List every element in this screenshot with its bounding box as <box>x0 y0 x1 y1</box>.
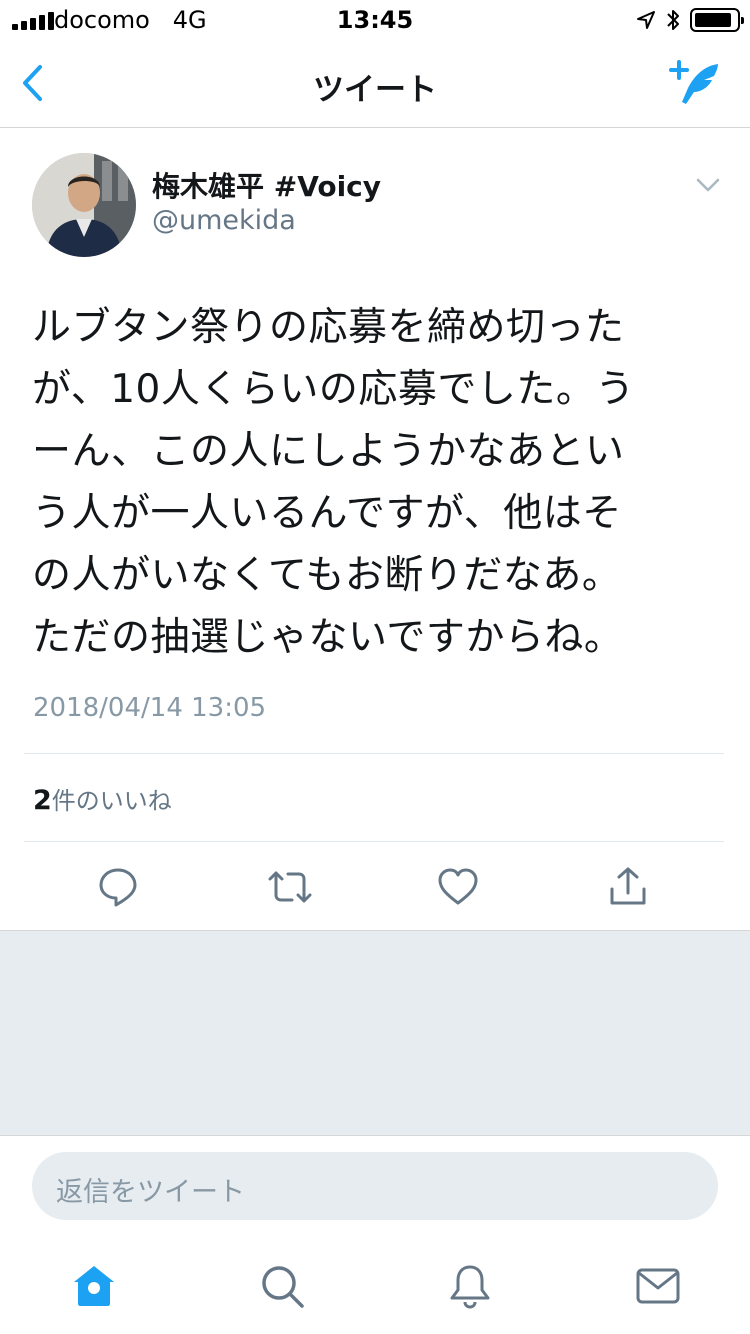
tweet-text-line: ただの抽選じゃないですからね。 <box>32 615 624 660</box>
tweet-text-line: う人が一人いるんですが、他はそ <box>32 491 622 536</box>
location-arrow-icon <box>637 11 655 29</box>
author-name[interactable]: 梅木雄平 #Voicy <box>152 165 381 205</box>
battery-icon <box>690 8 744 32</box>
tweet-text: ルブタン祭りの応募を締め切った が、10人くらいの応募でした。う ーん、この人に… <box>32 297 712 669</box>
status-bar: docomo 4G 13:45 <box>0 0 750 40</box>
compose-tweet-icon <box>669 60 718 104</box>
likes-count: 2 <box>33 785 52 816</box>
tweet-text-line: ーん、この人にしようかなあとい <box>32 429 625 474</box>
tab-messages[interactable] <box>634 1262 682 1310</box>
tab-home[interactable] <box>70 1262 118 1310</box>
divider <box>24 753 724 754</box>
retweet-icon <box>268 871 312 903</box>
like-button[interactable] <box>436 865 480 909</box>
navigation-bar: ツイート <box>0 40 750 128</box>
bluetooth-icon <box>667 10 679 30</box>
chevron-down-icon <box>696 178 720 192</box>
tab-bar <box>0 1240 750 1334</box>
reply-button[interactable] <box>96 865 140 909</box>
tweet-options-button[interactable] <box>696 177 720 192</box>
tab-search[interactable] <box>258 1262 306 1310</box>
author-handle[interactable]: @umekida <box>152 205 296 236</box>
avatar-photo <box>32 153 136 257</box>
heart-icon <box>438 868 478 905</box>
compose-tweet-button[interactable] <box>668 58 724 110</box>
tweet-text-line: ルブタン祭りの応募を締め切った <box>32 305 625 350</box>
home-icon <box>74 1266 114 1306</box>
tab-notifications[interactable] <box>446 1262 494 1310</box>
tweet-actions <box>0 849 750 929</box>
tweet-text-line: の人がいなくてもお断りだなあ。 <box>32 553 622 598</box>
reply-placeholder: 返信をツイート <box>56 1177 245 1208</box>
reply-icon <box>99 868 137 907</box>
envelope-icon <box>636 1268 680 1304</box>
divider <box>24 841 724 842</box>
status-right <box>636 8 744 32</box>
likes-count-link[interactable]: 2件のいいね <box>33 781 172 816</box>
retweet-button[interactable] <box>266 865 312 909</box>
replies-area <box>0 930 750 1136</box>
reply-input[interactable]: 返信をツイート <box>32 1152 718 1220</box>
page-title: ツイート <box>313 72 437 108</box>
tweet-timestamp: 2018/04/14 13:05 <box>33 693 267 723</box>
search-icon <box>262 1266 304 1308</box>
avatar[interactable] <box>32 153 136 257</box>
likes-label: 件のいいね <box>51 787 172 815</box>
share-icon <box>610 867 646 905</box>
share-button[interactable] <box>606 865 650 909</box>
bell-icon <box>450 1265 490 1309</box>
tweet-text-line: が、10人くらいの応募でした。う <box>32 367 635 412</box>
